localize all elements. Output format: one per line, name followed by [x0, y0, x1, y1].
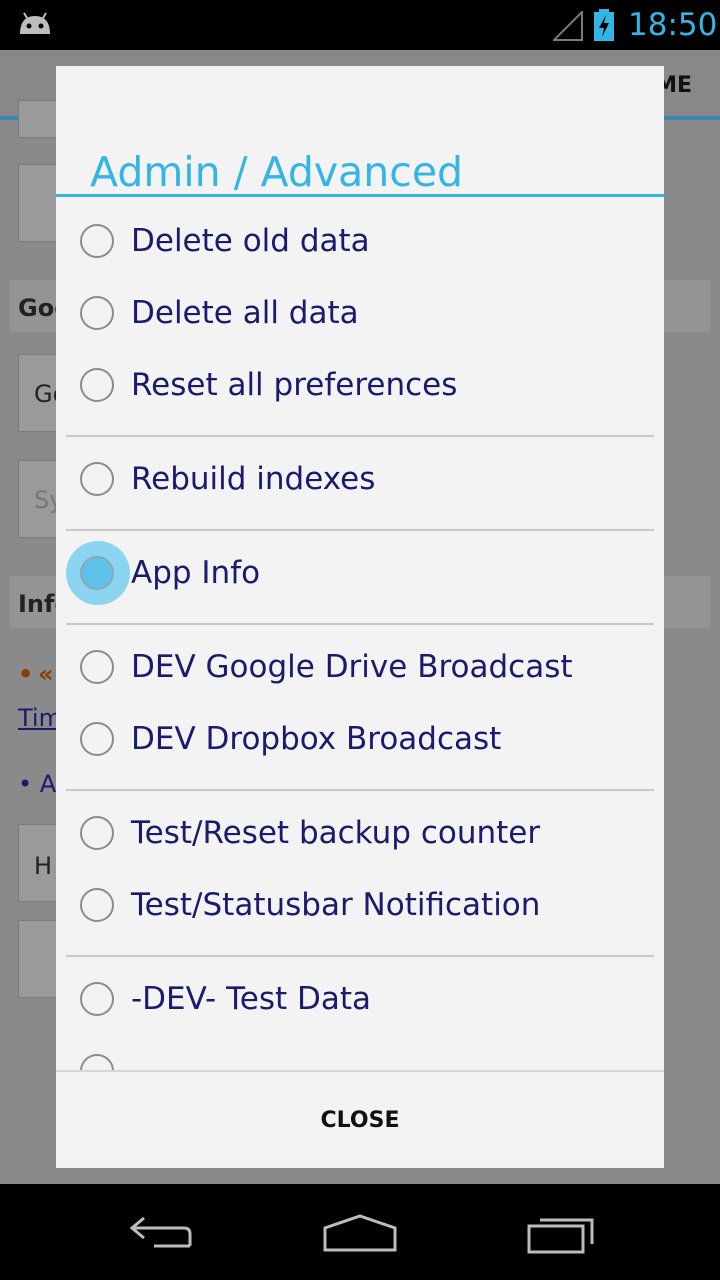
- background-text: • A: [18, 770, 57, 798]
- admin-advanced-dialog: Admin / Advanced Delete old data Delete …: [56, 66, 664, 1168]
- option-rebuild-indexes[interactable]: Rebuild indexes: [56, 443, 664, 515]
- navigation-bar: [0, 1184, 720, 1280]
- radio-button[interactable]: [80, 650, 114, 684]
- radio-button[interactable]: [80, 888, 114, 922]
- option-label: -DEV- Test Data: [131, 981, 371, 1017]
- radio-button[interactable]: [80, 722, 114, 756]
- option-test-statusbar-notification[interactable]: Test/Statusbar Notification: [56, 869, 664, 941]
- list-divider: [66, 529, 654, 531]
- home-icon[interactable]: [322, 1212, 398, 1254]
- option-delete-old-data[interactable]: Delete old data: [56, 205, 664, 277]
- option-label: DEV Google Drive Broadcast: [131, 649, 573, 685]
- option-dev-dropbox-broadcast[interactable]: DEV Dropbox Broadcast: [56, 703, 664, 775]
- option-label: Test/Reset backup counter: [131, 815, 541, 851]
- option-test-reset-backup-counter[interactable]: Test/Reset backup counter: [56, 797, 664, 869]
- options-list[interactable]: Delete old data Delete all data Reset al…: [56, 197, 664, 1070]
- radio-button[interactable]: [80, 982, 114, 1016]
- background-button: [18, 164, 58, 242]
- option-delete-all-data[interactable]: Delete all data: [56, 277, 664, 349]
- list-divider: [66, 435, 654, 437]
- background-button: [18, 920, 58, 998]
- dialog-title: Admin / Advanced: [90, 148, 464, 196]
- option-app-info[interactable]: App Info: [56, 537, 664, 609]
- recent-apps-icon[interactable]: [526, 1212, 596, 1254]
- option-label: App Info: [131, 555, 261, 591]
- radio-button[interactable]: [80, 816, 114, 850]
- list-divider: [66, 623, 654, 625]
- option-label: Delete old data: [131, 223, 370, 259]
- list-divider: [66, 955, 654, 957]
- status-bar: 18:50: [0, 0, 720, 50]
- option-reset-all-preferences[interactable]: Reset all preferences: [56, 349, 664, 421]
- radio-button[interactable]: [80, 1054, 114, 1070]
- signal-icon: [553, 11, 583, 41]
- background-button: [18, 100, 58, 138]
- option-label: DEV Dropbox Broadcast: [131, 721, 502, 757]
- close-button[interactable]: CLOSE: [56, 1072, 664, 1168]
- option-dev-test-data[interactable]: -DEV- Test Data: [56, 963, 664, 1035]
- option-label: Rebuild indexes: [131, 461, 376, 497]
- radio-button[interactable]: [80, 368, 114, 402]
- background-text: •: [18, 660, 34, 688]
- option-label: Delete all data: [131, 295, 359, 331]
- android-icon: [20, 12, 50, 34]
- background-text: «: [38, 660, 54, 688]
- list-divider: [66, 789, 654, 791]
- option-label: Reset all preferences: [131, 367, 458, 403]
- option-dev-google-drive-broadcast[interactable]: DEV Google Drive Broadcast: [56, 631, 664, 703]
- status-time: 18:50: [628, 7, 718, 43]
- radio-button[interactable]: [80, 462, 114, 496]
- radio-button[interactable]: [80, 224, 114, 258]
- radio-button[interactable]: [80, 296, 114, 330]
- back-icon[interactable]: [124, 1212, 196, 1252]
- radio-button-selected[interactable]: [80, 556, 114, 590]
- option-label: Test/Statusbar Notification: [131, 887, 541, 923]
- background-text: H: [34, 852, 53, 880]
- battery-charging-icon: [594, 9, 614, 41]
- option-partially-visible[interactable]: [56, 1035, 664, 1070]
